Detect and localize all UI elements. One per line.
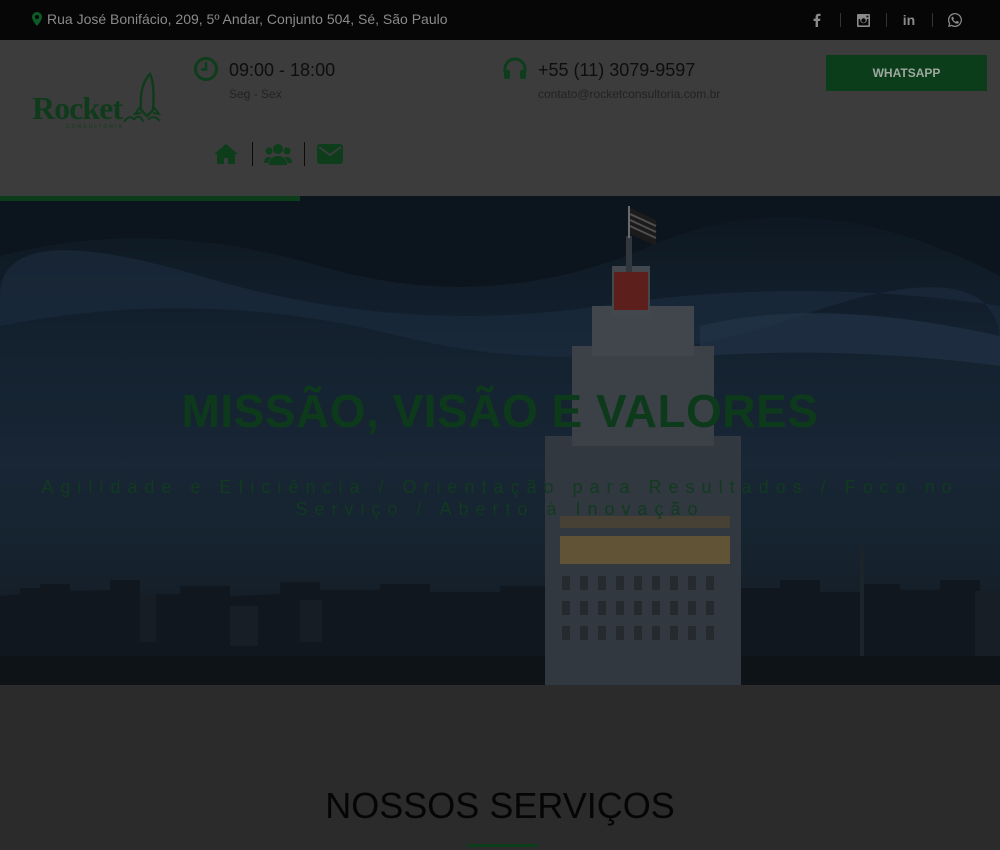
hero-banner: MISSÃO, VISÃO E VALORES Agilidade e Efic… — [0, 196, 1000, 685]
whatsapp-button[interactable]: WHATSAPP — [826, 55, 987, 91]
sao-paulo-skyline-image — [0, 196, 1000, 685]
address: Rua José Bonifácio, 209, 5º Andar, Conju… — [32, 11, 448, 27]
envelope-icon — [317, 144, 343, 164]
facebook-icon[interactable] — [794, 0, 840, 40]
home-icon — [214, 144, 238, 164]
contact-email[interactable]: contato@rocketconsultoria.com.br — [538, 87, 720, 101]
whatsapp-icon[interactable] — [932, 0, 978, 40]
title-underline — [467, 844, 538, 847]
social-links: in — [794, 0, 978, 40]
services-title: NOSSOS SERVIÇOS — [325, 785, 675, 826]
top-bar: Rua José Bonifácio, 209, 5º Andar, Conju… — [0, 0, 1000, 40]
phone-number[interactable]: +55 (11) 3079-9597 — [538, 60, 695, 81]
headset-icon — [503, 57, 527, 79]
main-nav — [200, 140, 356, 168]
map-pin-icon — [32, 12, 42, 26]
logo-wordmark: Rocket — [32, 90, 123, 126]
linkedin-label: in — [902, 12, 916, 28]
hero-subtitle: Agilidade e Eficiência / Orientação para… — [41, 477, 959, 519]
logo[interactable]: Rocket CONSULTORIA — [32, 72, 167, 136]
rocket-logo-icon — [123, 72, 162, 123]
address-text: Rua José Bonifácio, 209, 5º Andar, Conju… — [47, 11, 448, 27]
nav-about[interactable] — [252, 140, 304, 168]
nav-home[interactable] — [200, 140, 252, 168]
clock-icon — [194, 57, 218, 81]
hours-time: 09:00 - 18:00 — [229, 60, 336, 80]
instagram-icon[interactable] — [840, 0, 886, 40]
linkedin-icon[interactable]: in — [886, 0, 932, 40]
site-header: Rocket CONSULTORIA 09:00 - 18:00 Seg - S… — [0, 40, 1000, 196]
nav-contact[interactable] — [304, 140, 356, 168]
hours-days: Seg - Sex — [229, 87, 282, 101]
slider-progress-bar — [0, 196, 300, 201]
hero-title: MISSÃO, VISÃO E VALORES — [181, 385, 819, 437]
services-section: NOSSOS SERVIÇOS — [0, 685, 1000, 850]
users-icon — [264, 144, 292, 165]
